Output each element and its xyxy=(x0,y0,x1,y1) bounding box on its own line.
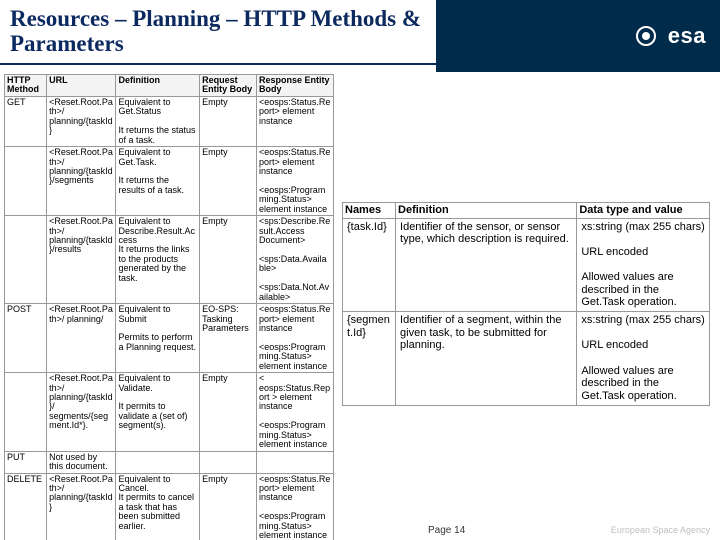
table-row: PUTNot used by this document. xyxy=(5,451,334,473)
cell-definition: Equivalent to Get.Status It returns the … xyxy=(116,96,200,146)
cell-request: Empty xyxy=(200,216,257,304)
cell-request: Empty xyxy=(200,373,257,452)
cell-ptype: xs:string (max 255 chars) URL encoded Al… xyxy=(577,218,710,311)
main-table-container: HTTP Method URL Definition Request Entit… xyxy=(0,72,338,518)
cell-definition: Equivalent to Validate. It permits to va… xyxy=(116,373,200,452)
cell-response: <eosps:Status.Report> element instance xyxy=(257,96,334,146)
th-url: URL xyxy=(47,75,116,97)
parameters-table: Names Definition Data type and value {ta… xyxy=(342,202,710,406)
esa-logo-text: esa xyxy=(668,23,706,49)
page-title: Resources – Planning – HTTP Methods & Pa… xyxy=(0,0,436,65)
cell-response: <sps:Describe.Result.Access Document> <s… xyxy=(257,216,334,304)
th-req: Request Entity Body xyxy=(200,75,257,97)
th-def: Definition xyxy=(116,75,200,97)
cell-response: <eosps:Status.Report> element instance <… xyxy=(257,304,334,373)
cell-pdef: Identifier of the sensor, or sensor type… xyxy=(396,218,577,311)
cell-definition xyxy=(116,451,200,473)
cell-url: Not used by this document. xyxy=(47,451,116,473)
cell-method xyxy=(5,216,47,304)
table-row: GET<Reset.Root.Path>/ planning/{taskId}E… xyxy=(5,96,334,146)
table-row: {task.Id}Identifier of the sensor, or se… xyxy=(343,218,710,311)
cell-url: <Reset.Root.Path>/ planning/ xyxy=(47,304,116,373)
esa-logo: esa xyxy=(630,20,706,52)
table-row: <Reset.Root.Path>/ planning/{taskId}/seg… xyxy=(5,147,334,216)
cell-name: {task.Id} xyxy=(343,218,396,311)
table-row: HTTP Method URL Definition Request Entit… xyxy=(5,75,334,97)
cell-response: <eosps:Status.Report> element instance <… xyxy=(257,147,334,216)
cell-method: PUT xyxy=(5,451,47,473)
cell-url: <Reset.Root.Path>/ planning/{taskId}/res… xyxy=(47,216,116,304)
cell-pdef: Identifier of a segment, within the give… xyxy=(396,312,577,405)
footer: European Space Agency xyxy=(0,520,720,540)
cell-request: Empty xyxy=(200,96,257,146)
slide: Resources – Planning – HTTP Methods & Pa… xyxy=(0,0,720,540)
th-pdef: Definition xyxy=(396,203,577,219)
body: HTTP Method URL Definition Request Entit… xyxy=(0,72,720,518)
cell-url: <Reset.Root.Path>/ planning/{taskId} xyxy=(47,96,116,146)
cell-method xyxy=(5,373,47,452)
table-row: <Reset.Root.Path>/ planning/{taskId}/res… xyxy=(5,216,334,304)
table-row: {segment.Id}Identifier of a segment, wit… xyxy=(343,312,710,405)
th-ptype: Data type and value xyxy=(577,203,710,219)
agency-label: European Space Agency xyxy=(611,525,710,535)
th-names: Names xyxy=(343,203,396,219)
cell-response: < eosps:Status.Report > element instance… xyxy=(257,373,334,452)
cell-ptype: xs:string (max 255 chars) URL encoded Al… xyxy=(577,312,710,405)
table-row: POST<Reset.Root.Path>/ planning/Equivale… xyxy=(5,304,334,373)
th-method: HTTP Method xyxy=(5,75,47,97)
table-row: Names Definition Data type and value xyxy=(343,203,710,219)
header: Resources – Planning – HTTP Methods & Pa… xyxy=(0,0,720,72)
param-table-container: Names Definition Data type and value {ta… xyxy=(338,72,720,518)
cell-definition: Equivalent to Get.Task. It returns the r… xyxy=(116,147,200,216)
cell-request: EO-SPS: Tasking Parameters xyxy=(200,304,257,373)
esa-icon xyxy=(630,20,662,52)
cell-request: Empty xyxy=(200,147,257,216)
cell-definition: Equivalent to Submit Permits to perform … xyxy=(116,304,200,373)
cell-method xyxy=(5,147,47,216)
th-res: Response Entity Body xyxy=(257,75,334,97)
cell-url: <Reset.Root.Path>/ planning/{taskId}/seg… xyxy=(47,147,116,216)
cell-method: GET xyxy=(5,96,47,146)
header-band: esa xyxy=(436,0,720,72)
http-methods-table: HTTP Method URL Definition Request Entit… xyxy=(4,74,334,540)
cell-definition: Equivalent to Describe.Result.Access It … xyxy=(116,216,200,304)
cell-request xyxy=(200,451,257,473)
table-row: <Reset.Root.Path>/ planning/{taskId}/ se… xyxy=(5,373,334,452)
cell-method: POST xyxy=(5,304,47,373)
cell-response xyxy=(257,451,334,473)
cell-name: {segment.Id} xyxy=(343,312,396,405)
cell-url: <Reset.Root.Path>/ planning/{taskId}/ se… xyxy=(47,373,116,452)
